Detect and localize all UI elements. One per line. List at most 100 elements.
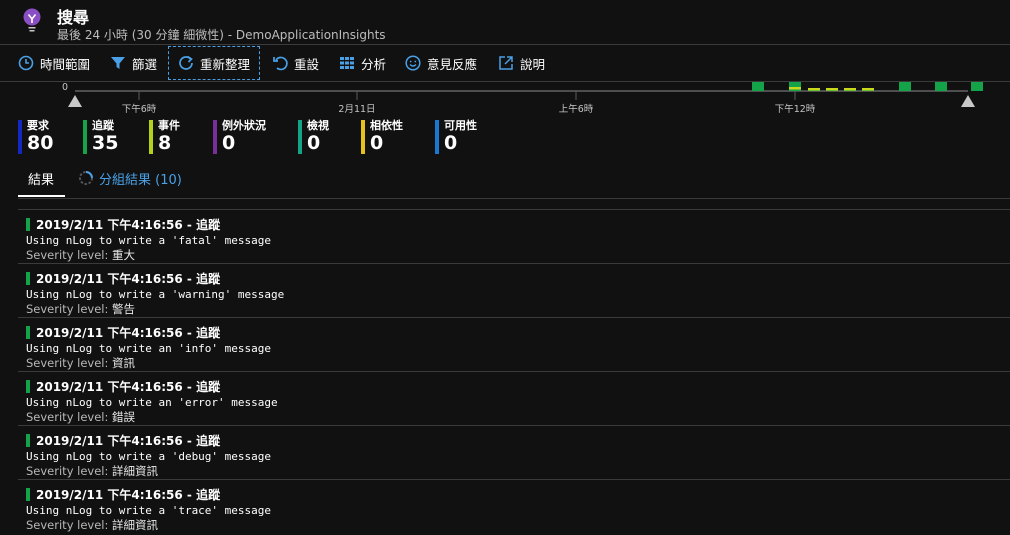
blade-header: 搜尋 最後 24 小時 (30 分鐘 細微性) - DemoApplicatio… [0, 0, 1010, 44]
list-item[interactable]: 2019/2/11 下午4:16:56 - 追蹤 Using nLog to w… [18, 371, 1010, 425]
analytics-button[interactable]: 分析 [339, 45, 386, 81]
result-severity: Severity level: 重大 [26, 248, 1010, 263]
result-message: Using nLog to write an 'error' message [26, 396, 278, 409]
metric-color-bar [83, 120, 87, 154]
chart-bar-traces [971, 82, 983, 91]
refresh-icon [179, 55, 193, 70]
external-link-icon [499, 56, 513, 70]
result-title: 2019/2/11 下午4:16:56 - 追蹤 [36, 434, 221, 448]
result-message: Using nLog to write an 'info' message [26, 342, 272, 355]
trace-marker [26, 488, 30, 501]
metric-label: 相依性 [370, 119, 403, 132]
smiley-icon [405, 55, 421, 71]
clock-icon [18, 55, 34, 71]
metric-value: 8 [158, 132, 172, 154]
metric-color-bar [18, 120, 22, 154]
severity-value: 詳細資訊 [112, 518, 159, 532]
x-tick-label: 下午12時 [775, 103, 816, 115]
metric-label: 追蹤 [92, 119, 114, 132]
result-message: Using nLog to write a 'warning' message [26, 288, 285, 301]
result-title: 2019/2/11 下午4:16:56 - 追蹤 [36, 272, 221, 286]
metric-value: 0 [222, 132, 236, 154]
timeline-chart: 0 下午6時 2月11日 上午6時 下午12時 [0, 82, 1010, 116]
filter-button[interactable]: 篩選 [110, 45, 157, 81]
severity-value: 資訊 [112, 356, 136, 370]
range-start-handle[interactable] [68, 95, 82, 107]
result-title: 2019/2/11 下午4:16:56 - 追蹤 [36, 218, 221, 232]
result-severity: Severity level: 資訊 [26, 356, 1010, 371]
result-severity: Severity level: 錯誤 [26, 410, 1010, 425]
metric-traces[interactable]: 追蹤 35 [83, 120, 118, 154]
metric-page-views[interactable]: 檢視 0 [298, 120, 329, 154]
chart-bar-traces [899, 82, 911, 91]
metric-requests[interactable]: 要求 80 [18, 120, 53, 154]
chart-bar-traces [752, 82, 764, 91]
trace-marker [26, 218, 30, 231]
metric-value: 0 [307, 132, 321, 154]
severity-value: 錯誤 [112, 410, 136, 424]
metric-dependencies[interactable]: 相依性 0 [361, 120, 403, 154]
metric-label: 可用性 [444, 119, 477, 132]
metric-label: 事件 [158, 119, 180, 132]
tab-grouped-results[interactable]: 分組結果 (10) [78, 169, 182, 197]
page-title: 搜尋 [57, 8, 90, 27]
x-tick-label: 上午6時 [559, 103, 594, 115]
list-item[interactable]: 2019/2/11 下午4:16:56 - 追蹤 Using nLog to w… [18, 425, 1010, 479]
analytics-label: 分析 [361, 56, 387, 72]
list-item[interactable]: 2019/2/11 下午4:16:56 - 追蹤 Using nLog to w… [18, 263, 1010, 317]
result-severity: Severity level: 警告 [26, 302, 1010, 317]
severity-value: 警告 [112, 302, 136, 316]
metric-color-bar [213, 120, 217, 154]
refresh-label: 重新整理 [200, 56, 251, 72]
metric-exceptions[interactable]: 例外狀況 0 [213, 120, 266, 154]
metric-color-bar [361, 120, 365, 154]
severity-label: Severity level: [26, 410, 109, 424]
help-button[interactable]: 說明 [498, 45, 545, 81]
metric-events[interactable]: 事件 8 [149, 120, 180, 154]
result-severity: Severity level: 詳細資訊 [26, 518, 1010, 533]
time-range-label: 時間範圍 [40, 56, 91, 72]
metric-value: 80 [27, 132, 54, 154]
list-item[interactable]: 2019/2/11 下午4:16:56 - 追蹤 Using nLog to w… [18, 209, 1010, 263]
chart-y-zero-label: 0 [62, 82, 68, 93]
range-end-handle[interactable] [961, 95, 975, 107]
grid-icon [340, 57, 354, 69]
trace-marker [26, 326, 30, 339]
page-subtitle: 最後 24 小時 (30 分鐘 細微性) - DemoApplicationIn… [57, 28, 386, 42]
tab-results[interactable]: 結果 [18, 169, 65, 197]
list-item[interactable]: 2019/2/11 下午4:16:56 - 追蹤 Using nLog to w… [18, 479, 1010, 533]
refresh-button[interactable]: 重新整理 [168, 46, 261, 80]
result-message: Using nLog to write a 'fatal' message [26, 234, 272, 247]
metric-availability[interactable]: 可用性 0 [435, 120, 477, 154]
result-title: 2019/2/11 下午4:16:56 - 追蹤 [36, 380, 221, 394]
trace-marker [26, 380, 30, 393]
severity-value: 重大 [112, 248, 136, 262]
undo-icon [273, 56, 288, 71]
help-label: 說明 [520, 56, 546, 72]
reset-button[interactable]: 重設 [272, 45, 319, 81]
chart-bar-traces [789, 82, 801, 91]
feedback-button[interactable]: 意見反應 [405, 45, 477, 81]
chart-bar-events [789, 87, 801, 90]
filter-label: 篩選 [132, 56, 158, 72]
severity-label: Severity level: [26, 356, 109, 370]
metric-value: 35 [92, 132, 119, 154]
severity-label: Severity level: [26, 518, 109, 532]
chart-bar-events [862, 88, 874, 91]
list-item[interactable]: 2019/2/11 下午4:16:56 - 追蹤 Using nLog to w… [18, 317, 1010, 371]
timeline-chart-svg: 0 下午6時 2月11日 上午6時 下午12時 [62, 82, 983, 115]
severity-label: Severity level: [26, 302, 109, 316]
x-tick-label: 2月11日 [338, 104, 375, 115]
metric-color-bar [435, 120, 439, 154]
metric-color-bar [149, 120, 153, 154]
chart-bar-events [844, 88, 856, 91]
time-range-button[interactable]: 時間範圍 [18, 45, 90, 81]
metric-color-bar [298, 120, 302, 154]
tab-grouped-label: 分組結果 (10) [99, 173, 182, 188]
x-tick-label: 下午6時 [122, 103, 157, 115]
metric-label: 檢視 [307, 119, 329, 132]
result-title: 2019/2/11 下午4:16:56 - 追蹤 [36, 488, 221, 502]
trace-marker [26, 272, 30, 285]
chart-bar-traces [935, 82, 947, 91]
results-list: 2019/2/11 下午4:16:56 - 追蹤 Using nLog to w… [18, 209, 1010, 533]
